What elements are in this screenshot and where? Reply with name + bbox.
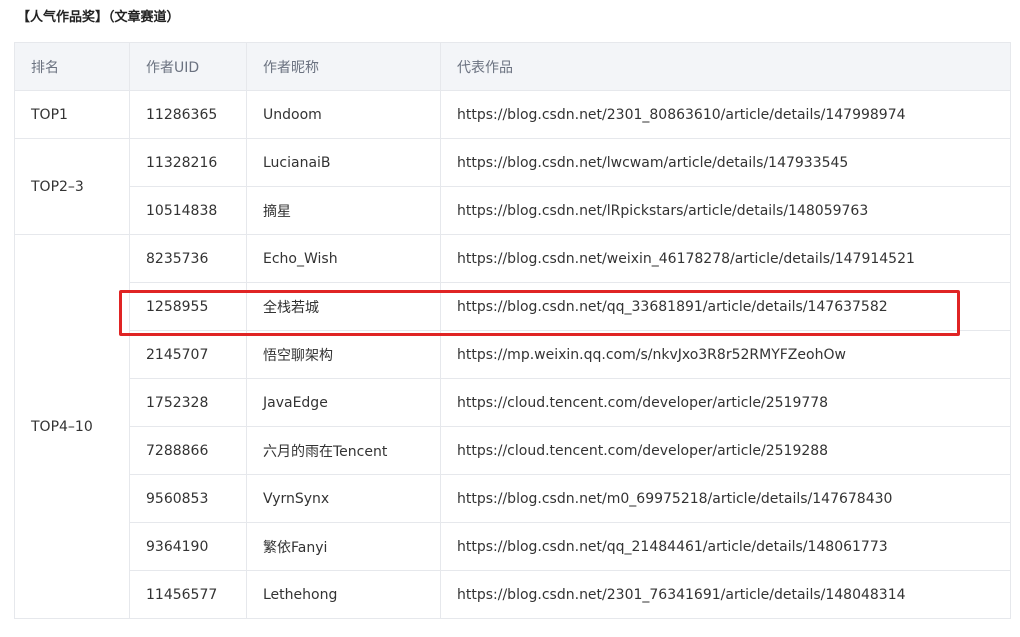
uid-cell: 9364190	[129, 522, 247, 571]
nickname-cell: Echo_Wish	[246, 234, 441, 283]
table-row: 7288866 六月的雨在Tencent https://cloud.tence…	[15, 426, 1011, 475]
nickname-cell: 悟空聊架构	[246, 330, 441, 379]
uid-cell: 11456577	[129, 570, 247, 619]
uid-cell: 10514838	[129, 186, 247, 235]
table-row: TOP4–10 8235736 Echo_Wish https://blog.c…	[14, 234, 1011, 619]
work-link[interactable]: https://blog.csdn.net/2301_80863610/arti…	[440, 90, 1011, 139]
header-work: 代表作品	[440, 42, 1011, 91]
header-nickname: 作者昵称	[246, 42, 441, 91]
rank-cell-top2-3: TOP2–3	[14, 138, 130, 235]
uid-cell: 1258955	[129, 282, 247, 331]
table-row: 9364190 繁依Fanyi https://blog.csdn.net/qq…	[15, 522, 1011, 571]
uid-cell: 11286365	[129, 90, 247, 139]
table-row: 9560853 VyrnSynx https://blog.csdn.net/m…	[15, 474, 1011, 523]
table-row: 1752328 JavaEdge https://cloud.tencent.c…	[15, 378, 1011, 427]
nickname-cell: LucianaiB	[246, 138, 441, 187]
nickname-cell: VyrnSynx	[246, 474, 441, 523]
nickname-cell: 六月的雨在Tencent	[246, 426, 441, 475]
table-header-row: 排名 作者UID 作者昵称 代表作品	[14, 42, 1011, 91]
rank-cell-top4-10: TOP4–10	[14, 234, 130, 619]
table-row: 11456577 Lethehong https://blog.csdn.net…	[15, 570, 1011, 619]
uid-cell: 1752328	[129, 378, 247, 427]
rank-cell-top1: TOP1	[14, 90, 130, 139]
work-link[interactable]: https://blog.csdn.net/lwcwam/article/det…	[440, 138, 1011, 187]
nickname-cell: 繁依Fanyi	[246, 522, 441, 571]
table-row: TOP2–3 11328216 LucianaiB https://blog.c…	[14, 138, 1011, 235]
work-link[interactable]: https://cloud.tencent.com/developer/arti…	[440, 378, 1011, 427]
header-uid: 作者UID	[129, 42, 247, 91]
uid-cell: 11328216	[129, 138, 247, 187]
work-link[interactable]: https://mp.weixin.qq.com/s/nkvJxo3R8r52R…	[440, 330, 1011, 379]
nickname-cell: 全栈若城	[246, 282, 441, 331]
work-link[interactable]: https://blog.csdn.net/qq_33681891/articl…	[440, 282, 1011, 331]
uid-cell: 7288866	[129, 426, 247, 475]
nickname-cell: 摘星	[246, 186, 441, 235]
awards-table: 排名 作者UID 作者昵称 代表作品 TOP1 11286365 Undoom …	[14, 42, 1011, 619]
uid-cell: 9560853	[129, 474, 247, 523]
header-rank: 排名	[14, 42, 130, 91]
nickname-cell: Lethehong	[246, 570, 441, 619]
table-row-highlighted: 1258955 全栈若城 https://blog.csdn.net/qq_33…	[15, 282, 1011, 331]
work-link[interactable]: https://blog.csdn.net/lRpickstars/articl…	[440, 186, 1011, 235]
work-link[interactable]: https://blog.csdn.net/weixin_46178278/ar…	[440, 234, 1011, 283]
table-row: 2145707 悟空聊架构 https://mp.weixin.qq.com/s…	[15, 330, 1011, 379]
nickname-cell: Undoom	[246, 90, 441, 139]
uid-cell: 8235736	[129, 234, 247, 283]
work-link[interactable]: https://blog.csdn.net/2301_76341691/arti…	[440, 570, 1011, 619]
nickname-cell: JavaEdge	[246, 378, 441, 427]
table-row: 10514838 摘星 https://blog.csdn.net/lRpick…	[15, 186, 1011, 235]
uid-cell: 2145707	[129, 330, 247, 379]
work-link[interactable]: https://blog.csdn.net/m0_69975218/articl…	[440, 474, 1011, 523]
work-link[interactable]: https://cloud.tencent.com/developer/arti…	[440, 426, 1011, 475]
work-link[interactable]: https://blog.csdn.net/qq_21484461/articl…	[440, 522, 1011, 571]
table-row: TOP1 11286365 Undoom https://blog.csdn.n…	[14, 90, 1011, 139]
section-title: 【人气作品奖】（文章赛道）	[17, 10, 180, 25]
